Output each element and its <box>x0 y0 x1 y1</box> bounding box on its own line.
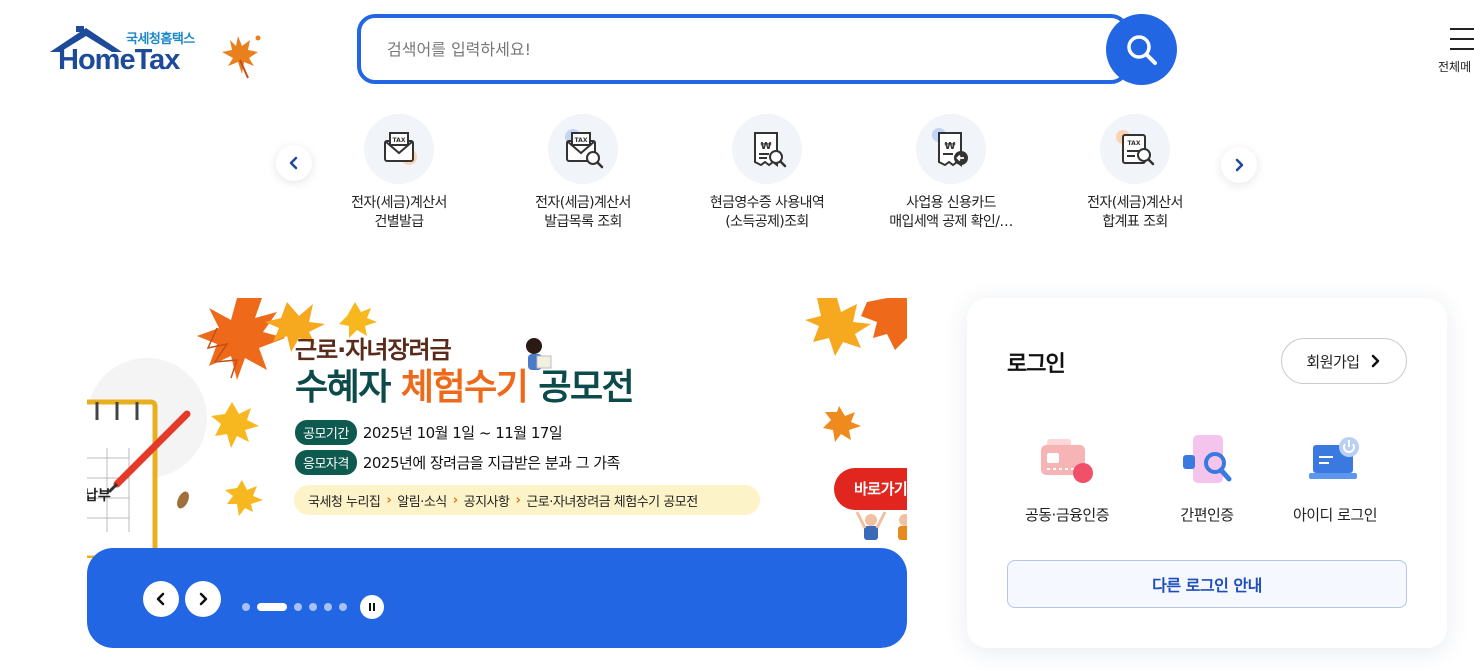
banner-period-row: 공모기간 2025년 10월 1일 ~ 11월 17일 <box>295 420 563 445</box>
pagination-dot[interactable] <box>294 603 302 611</box>
chevron-right-icon <box>199 592 208 606</box>
all-menu-label: 전체메 <box>1438 60 1472 74</box>
chevron-right-icon <box>1371 354 1379 368</box>
quick-menu-label-line1: 전자(세금)계산서 <box>1087 195 1183 211</box>
pagination-dot[interactable] <box>339 603 347 611</box>
quick-menu-label-line1: 사업용 신용카드 <box>906 195 996 211</box>
all-menu-button[interactable]: 전체메 <box>1436 24 1474 84</box>
certificate-card-icon <box>1032 426 1102 496</box>
banner-go-button[interactable]: 바로가기 <box>834 468 907 510</box>
receipt-card-icon: ₩ <box>916 114 986 184</box>
tax-envelope-icon: TAX <box>364 114 434 184</box>
banner-title-part1: 수혜자 <box>295 367 401 408</box>
promo-banner[interactable]: 납부 근로·자녀장려금 수혜자 체험수기 공모전 공모기간 2025년 10월 … <box>87 298 907 648</box>
breadcrumb-item: 공지사항 <box>463 494 510 510</box>
breadcrumb-item: 알림·소식 <box>397 494 447 510</box>
banner-next-button[interactable] <box>185 581 221 617</box>
banner-breadcrumb: 국세청 누리집 › 알림·소식 › 공지사항 › 근로·자녀장려금 체험수기 공모전 <box>294 485 760 515</box>
quick-menu-label-line2: 합계표 조회 <box>1102 214 1168 230</box>
signup-button[interactable]: 회원가입 <box>1281 338 1407 384</box>
period-tag: 공모기간 <box>295 420 357 445</box>
breadcrumb-item: 근로·자녀장려금 체험수기 공모전 <box>526 494 698 510</box>
login-panel: 로그인 회원가입 공동·금융인증 간편인증 아이디 로그인 다른 로그인 안내 <box>967 298 1447 648</box>
quick-menu-item[interactable]: TAX 전자(세금)계산서건별발급 <box>307 114 491 244</box>
maple-leaf-icon <box>222 35 261 79</box>
banner-pause-button[interactable] <box>360 595 384 619</box>
quick-menu-item[interactable]: ₩ 사업용 신용카드매입세액 공제 확인/… <box>859 114 1043 244</box>
quick-menu-item[interactable]: ₩ 현금영수증 사용내역 (소득공제)조회 <box>675 114 859 244</box>
signup-label: 회원가입 <box>1306 352 1360 371</box>
breadcrumb-separator-icon: › <box>452 492 458 508</box>
receipt-search-icon: ₩ <box>732 114 802 184</box>
svg-text:₩: ₩ <box>760 141 771 152</box>
chevron-left-icon <box>289 156 298 170</box>
quick-menu-label-line2: 발급목록 조회 <box>544 214 622 230</box>
certificate-login-label: 공동·금융인증 <box>1024 506 1110 524</box>
quick-menu-item[interactable]: TAX 전자(세금)계산서합계표 조회 <box>1043 114 1227 244</box>
quick-menu-label-line1: 현금영수증 사용내역 <box>709 195 825 211</box>
logo-wordmark: HomeTax <box>58 44 180 76</box>
quick-menu-next-button[interactable] <box>1221 147 1257 183</box>
chevron-right-icon <box>1235 158 1244 172</box>
svg-text:₩: ₩ <box>944 141 955 152</box>
svg-text:TAX: TAX <box>1128 140 1141 147</box>
search-button[interactable] <box>1106 14 1177 85</box>
pagination-dot-active[interactable] <box>257 603 287 611</box>
search-bar <box>357 14 1129 84</box>
banner-title-part2: 공모전 <box>527 367 634 408</box>
banner-eligibility-row: 응모자격 2025년에 장려금을 지급받은 분과 그 가족 <box>295 450 620 475</box>
pagination-dot[interactable] <box>309 603 317 611</box>
eligibility-text: 2025년에 장려금을 지급받은 분과 그 가족 <box>362 454 621 472</box>
banner-title-line2: 수혜자 체험수기 공모전 <box>295 358 635 410</box>
id-login-option[interactable]: 아이디 로그인 <box>1265 426 1405 525</box>
breadcrumb-item: 국세청 누리집 <box>308 494 381 510</box>
hamburger-icon <box>1450 28 1474 58</box>
quick-menu-label-line1: 전자(세금)계산서 <box>535 195 631 211</box>
pause-icon <box>369 603 375 611</box>
chevron-left-icon <box>156 592 165 606</box>
other-login-guide-button[interactable]: 다른 로그인 안내 <box>1007 560 1407 608</box>
pagination-dot[interactable] <box>242 603 250 611</box>
simple-auth-label: 간편인증 <box>1180 506 1234 524</box>
breadcrumb-separator-icon: › <box>515 492 521 508</box>
quick-menu-item[interactable]: TAX 전자(세금)계산서발급목록 조회 <box>491 114 675 244</box>
quick-menu-label-line2: 매입세액 공제 확인/… <box>889 214 1013 230</box>
hometax-logo[interactable]: 국세청홈택스 HomeTax <box>46 24 266 80</box>
quick-menu-label-line2: (소득공제)조회 <box>725 214 809 230</box>
quick-menu-label-line2: 건별발급 <box>374 214 424 230</box>
breadcrumb-separator-icon: › <box>386 492 392 508</box>
simple-auth-option[interactable]: 간편인증 <box>1137 426 1277 525</box>
phone-search-icon <box>1172 426 1242 496</box>
period-text: 2025년 10월 1일 ~ 11월 17일 <box>362 424 563 442</box>
tax-document-search-icon: TAX <box>1100 114 1170 184</box>
calendar-text: 납부 <box>87 488 111 504</box>
id-login-label: 아이디 로그인 <box>1292 506 1378 524</box>
svg-text:TAX: TAX <box>575 137 588 144</box>
certificate-login-option[interactable]: 공동·금융인증 <box>997 426 1137 525</box>
eligibility-tag: 응모자격 <box>295 450 357 475</box>
pagination-dot[interactable] <box>324 603 332 611</box>
quick-menu-label-line1: 전자(세금)계산서 <box>351 195 447 211</box>
tax-envelope-search-icon: TAX <box>548 114 618 184</box>
hometax-page: 국세청홈택스 HomeTax 전체메 TAX <box>0 0 1474 670</box>
login-title: 로그인 <box>1007 352 1066 377</box>
banner-pagination <box>242 595 384 619</box>
svg-text:TAX: TAX <box>393 137 406 144</box>
banner-title-highlight: 체험수기 <box>400 367 529 408</box>
banner-prev-button[interactable] <box>143 581 179 617</box>
search-icon <box>1126 34 1157 65</box>
laptop-power-icon <box>1300 426 1370 496</box>
search-input[interactable] <box>361 18 1125 80</box>
